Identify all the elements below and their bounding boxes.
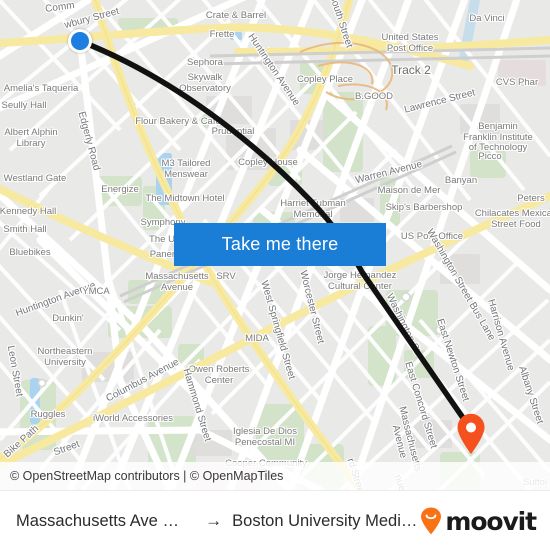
origin-dot[interactable]	[68, 29, 92, 53]
destination-pin[interactable]	[456, 413, 486, 455]
trip-summary[interactable]: Massachusetts Ave @ ... → Boston Univers…	[0, 511, 420, 531]
origin-label: Massachusetts Ave @ ...	[16, 511, 196, 530]
moovit-wordmark: moovit	[445, 506, 537, 536]
destination-label: Boston University Medic...	[232, 511, 421, 530]
attribution-text: © OpenStreetMap contributors | © OpenMap…	[10, 469, 284, 483]
take-me-there-button[interactable]: Take me there	[174, 223, 386, 266]
moovit-logo[interactable]: moovit	[420, 507, 550, 536]
arrow-right-icon: →	[205, 511, 223, 530]
moovit-trip-screen: Comm wbury Street Crate & Barrel Frette Seph…	[0, 0, 550, 550]
moovit-pin-icon	[421, 507, 442, 535]
map-attribution: © OpenStreetMap contributors | © OpenMap…	[0, 462, 550, 490]
bottom-bar: Massachusetts Ave @ ... → Boston Univers…	[0, 490, 550, 550]
